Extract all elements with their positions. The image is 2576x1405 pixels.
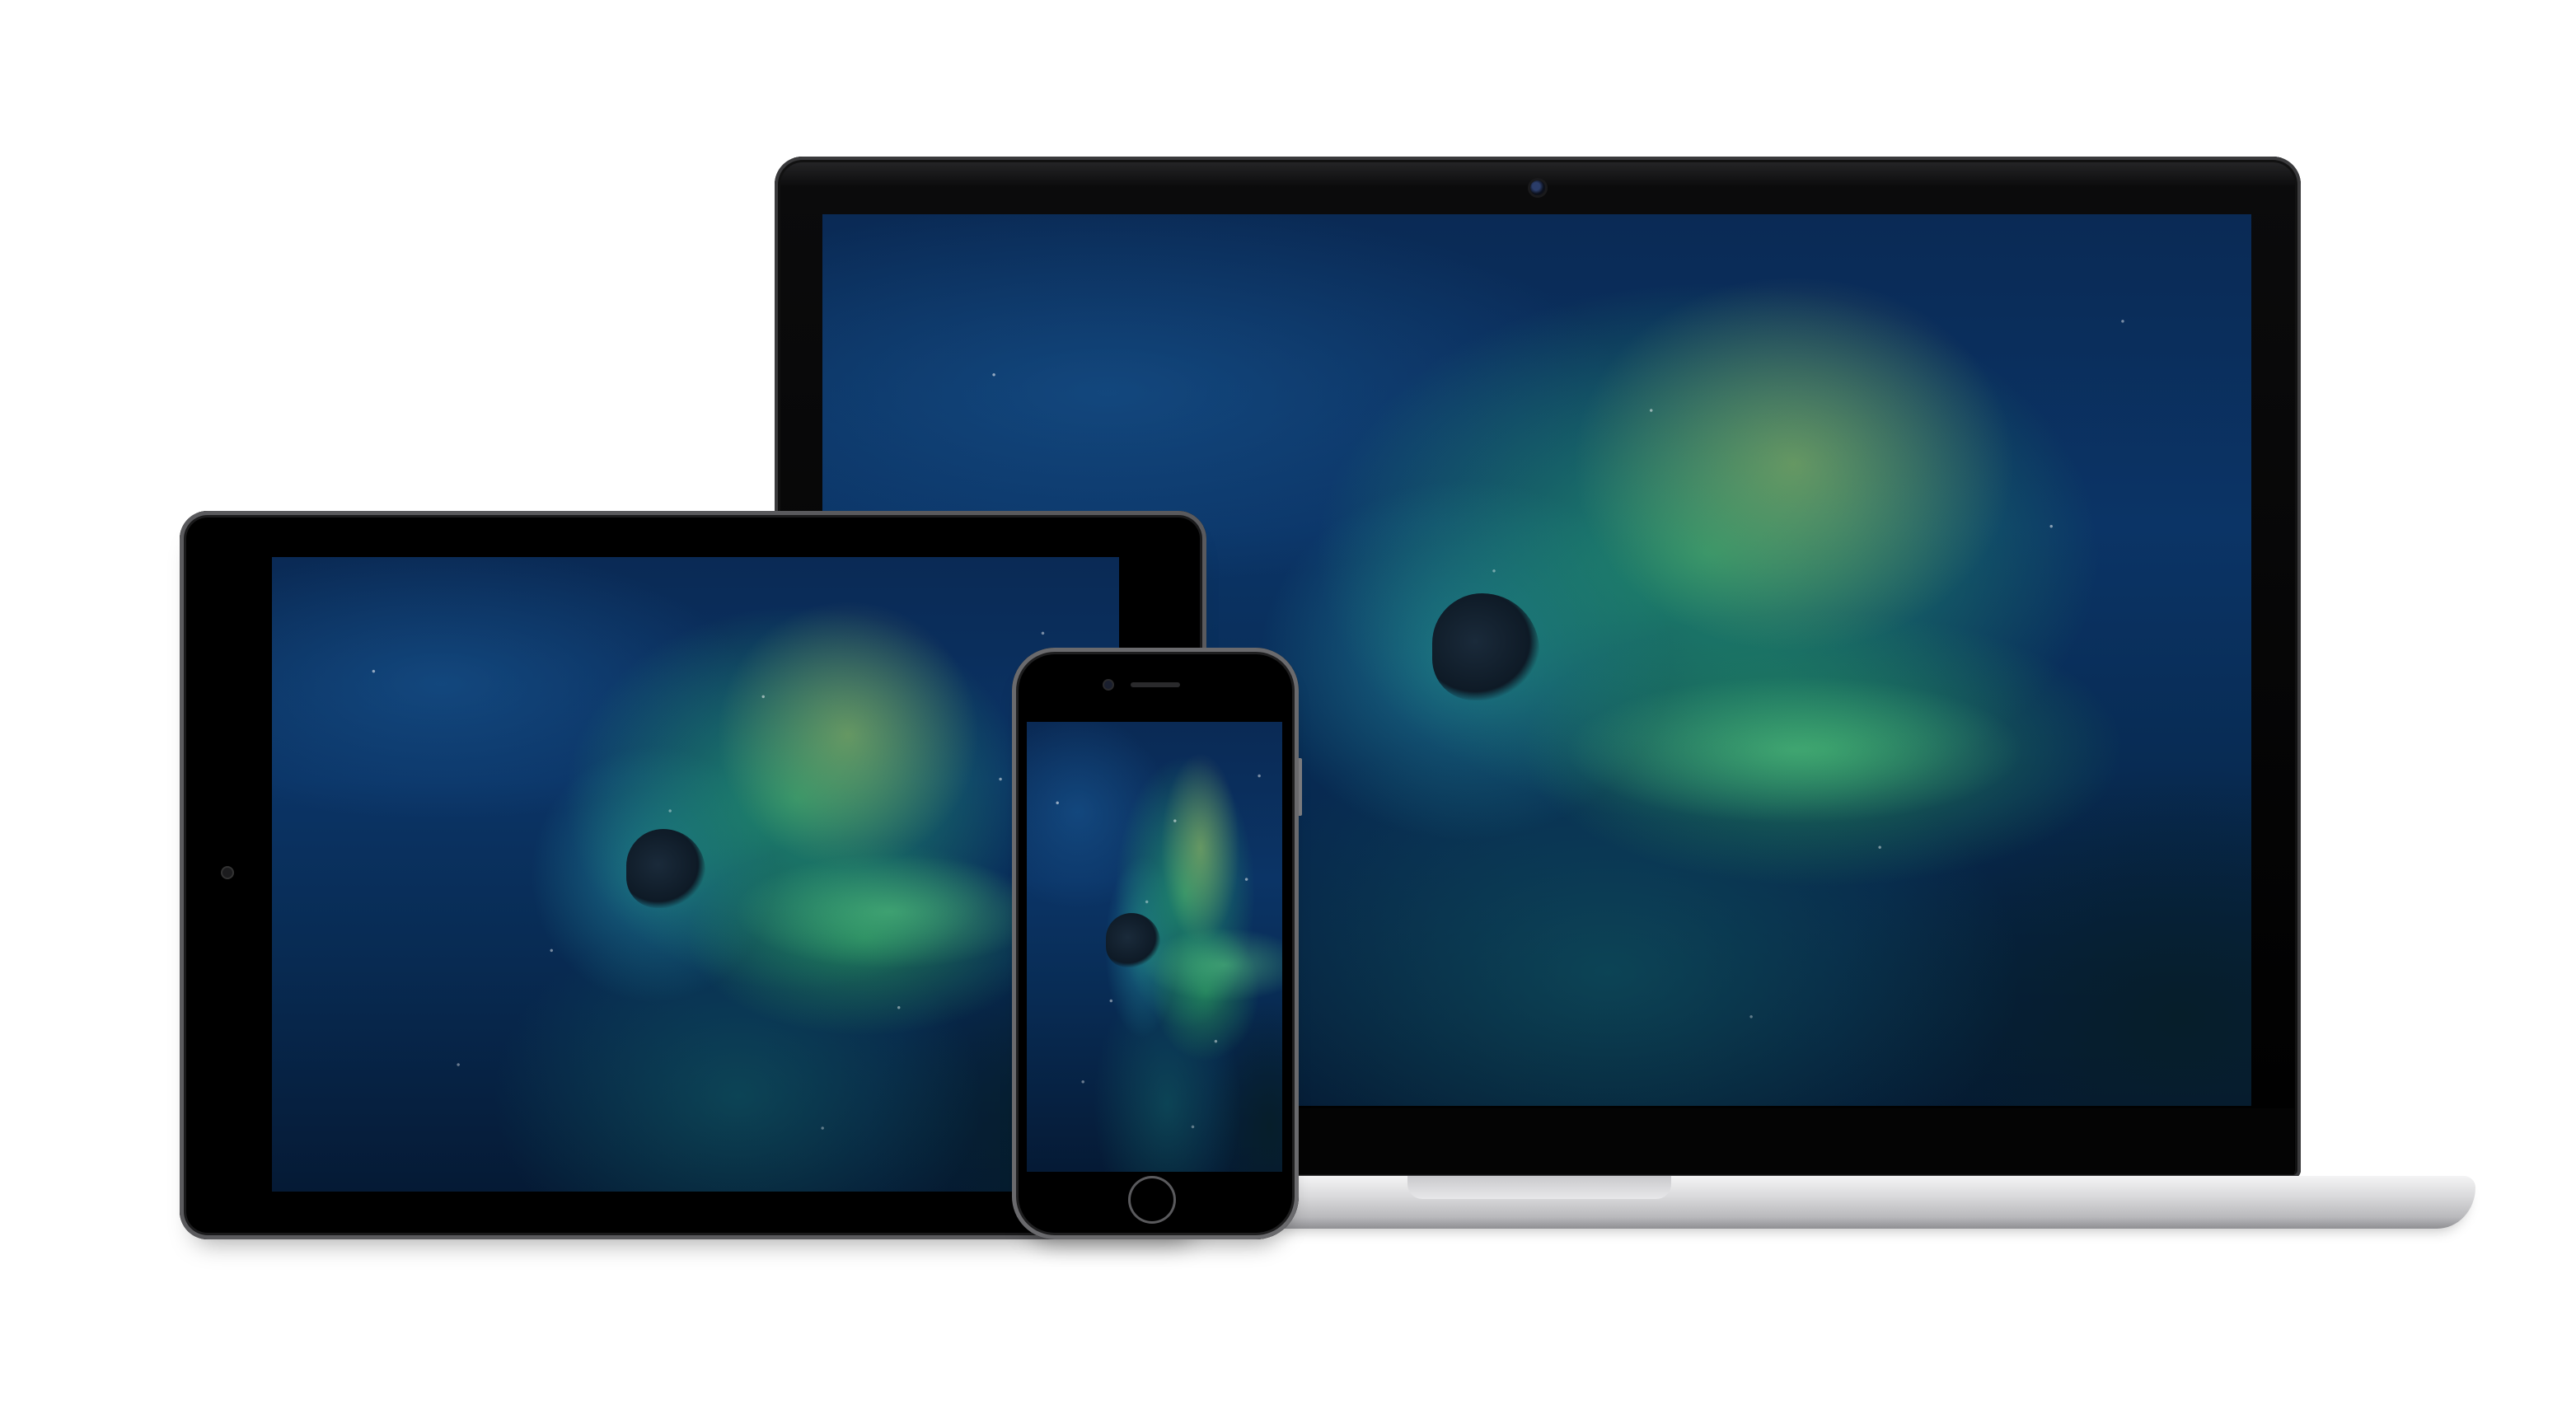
tablet-screen-wallpaper — [272, 557, 1119, 1192]
phone-camera-icon — [1104, 681, 1112, 689]
horsehead-nebula — [1432, 593, 1539, 700]
phone-screen-wallpaper — [1027, 722, 1282, 1172]
phone-speaker — [1131, 682, 1180, 687]
horsehead-nebula — [1106, 913, 1160, 967]
phone-side-button — [1299, 758, 1302, 816]
tablet-camera-icon — [222, 868, 232, 878]
laptop-open-notch — [1407, 1176, 1671, 1199]
laptop-camera-icon — [1530, 180, 1545, 195]
home-button-icon — [1131, 1178, 1173, 1221]
nebula-dust-band — [733, 854, 1047, 969]
horsehead-nebula — [626, 829, 705, 908]
device-mockup-scene — [0, 0, 2576, 1405]
nebula-dust-band — [1142, 928, 1282, 1002]
nebula-dust-band — [1564, 676, 2026, 824]
